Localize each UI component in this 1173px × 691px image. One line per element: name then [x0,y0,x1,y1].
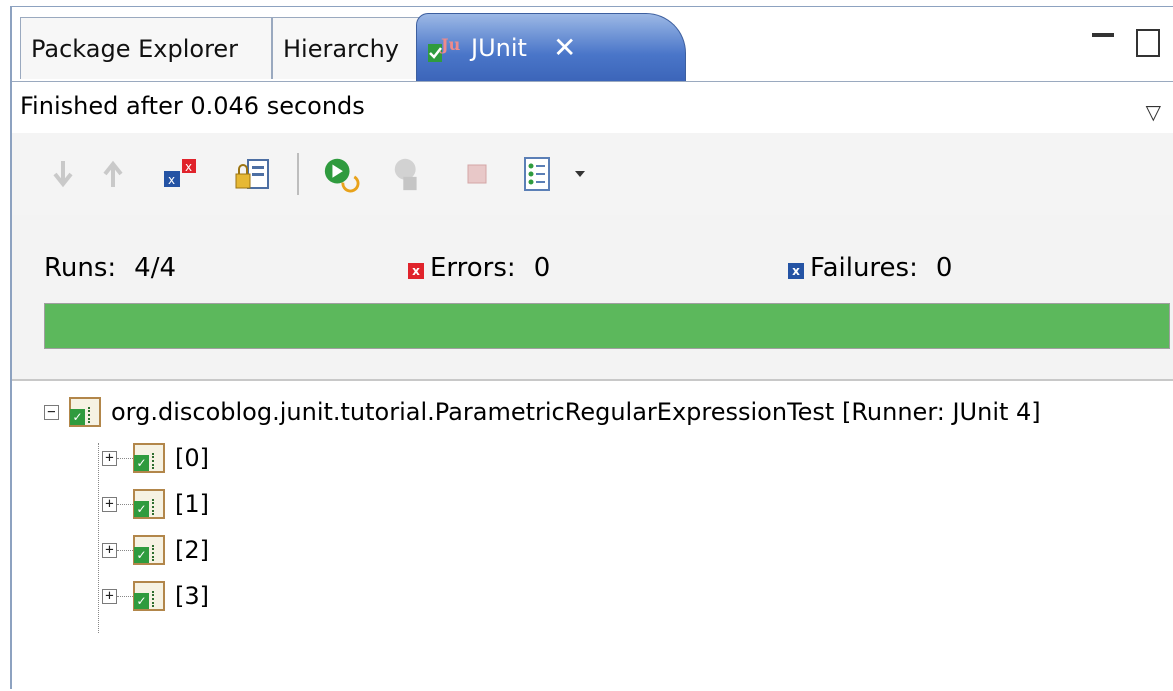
tab-label: JUnit [471,33,527,62]
dropdown-arrow-icon[interactable] [568,155,592,193]
failures-value: 0 [935,253,953,283]
junit-icon: Ju [425,28,465,68]
tab-label: Package Explorer [31,34,239,63]
runs-counter: Runs: 4/4 [44,253,176,283]
failures-counter: x Failures: 0 [788,253,952,283]
junit-toolbar: xx [12,133,1173,215]
collapse-icon[interactable]: − [44,404,59,420]
stop-icon[interactable] [458,155,496,193]
minimize-icon[interactable] [1092,33,1114,37]
tree-child-node[interactable]: + ✓ [2] [102,535,209,565]
close-tab-icon[interactable]: ✕ [553,31,576,64]
test-run-history-icon[interactable] [518,155,556,193]
failures-label: Failures: [810,253,918,283]
scroll-lock-icon[interactable] [234,155,272,193]
rerun-failed-first-icon[interactable] [390,155,428,193]
tab-hierarchy[interactable]: Hierarchy [272,17,422,79]
status-row: Finished after 0.046 seconds ▽ [12,81,1173,134]
failure-icon: x [788,263,804,279]
tree-connector [98,443,99,633]
rerun-test-icon[interactable] [322,155,360,193]
previous-failure-icon[interactable] [94,155,132,193]
runs-label: Runs: [44,253,117,283]
error-icon: x [408,263,424,279]
show-failures-only-icon[interactable]: xx [162,155,200,193]
tree-child-node[interactable]: + ✓ [3] [102,581,209,611]
maximize-icon[interactable] [1136,29,1160,57]
test-tree: − ✓ org.discoblog.junit.tutorial.Paramet… [12,379,1173,691]
tree-root-node[interactable]: − ✓ org.discoblog.junit.tutorial.Paramet… [44,397,1041,427]
errors-counter: x Errors: 0 [408,253,550,283]
svg-text:x: x [185,160,192,174]
next-failure-icon[interactable] [44,155,82,193]
errors-label: Errors: [430,253,516,283]
expand-icon[interactable]: + [102,588,117,604]
tree-node-label: [0] [175,444,209,472]
tree-node-label: [1] [175,490,209,518]
test-case-icon: ✓ [133,535,165,565]
test-case-icon: ✓ [133,489,165,519]
test-progress-bar [44,303,1170,349]
view-menu-icon[interactable]: ▽ [1146,100,1161,124]
test-suite-icon: ✓ [69,397,101,427]
view-tab-bar: Package Explorer Hierarchy Ju JUnit ✕ [12,7,1173,81]
junit-view: Package Explorer Hierarchy Ju JUnit ✕ Fi… [10,6,1173,691]
svg-text:x: x [168,173,175,187]
toolbar-separator [297,153,299,195]
tree-node-label: [3] [175,582,209,610]
test-case-icon: ✓ [133,443,165,473]
test-counters: Runs: 4/4 x Errors: 0 x Failures: 0 [12,215,1173,379]
svg-text:Ju: Ju [439,35,461,54]
errors-value: 0 [533,253,551,283]
status-text: Finished after 0.046 seconds [20,92,365,120]
expand-icon[interactable]: + [102,450,117,466]
test-case-icon: ✓ [133,581,165,611]
runs-value: 4/4 [134,253,177,283]
tree-child-node[interactable]: + ✓ [0] [102,443,209,473]
tree-node-label: [2] [175,536,209,564]
tab-package-explorer[interactable]: Package Explorer [20,17,272,79]
tree-child-node[interactable]: + ✓ [1] [102,489,209,519]
progress-fill [45,304,1169,348]
tree-node-label: org.discoblog.junit.tutorial.ParametricR… [111,398,1041,426]
tab-junit[interactable]: Ju JUnit ✕ [416,13,686,81]
tab-label: Hierarchy [283,34,400,63]
expand-icon[interactable]: + [102,542,117,558]
expand-icon[interactable]: + [102,496,117,512]
